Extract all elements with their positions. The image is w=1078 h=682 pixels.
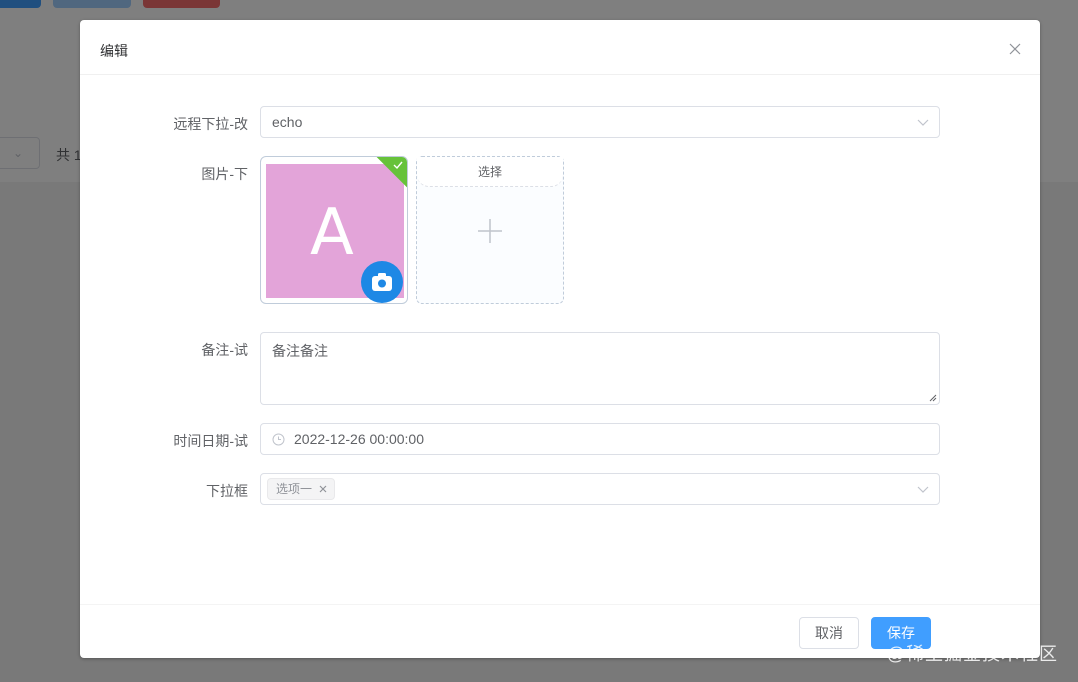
dropdown-label: 下拉框: [206, 483, 248, 499]
avatar-letter: A: [310, 196, 354, 270]
avatar-image: A: [266, 164, 404, 303]
plus-icon: [478, 219, 502, 243]
resize-grip-icon[interactable]: [929, 394, 937, 402]
watermark-text: @稀土掘金技术社区: [886, 644, 1058, 664]
camera-icon: [361, 261, 403, 303]
edit-dialog: 编辑 远程下拉-改 echo 图片-下 A 选择 备注-试 备注备注 时间日期-…: [80, 20, 1040, 658]
selected-tag-label: 选项一: [276, 482, 313, 496]
upload-trigger[interactable]: 选择: [416, 156, 564, 304]
clock-icon: [272, 433, 285, 446]
tag-close-icon[interactable]: [318, 484, 328, 494]
datetime-value: 2022-12-26 00:00:00: [294, 431, 424, 447]
remote-select-value: echo: [272, 114, 303, 130]
datetime-label: 时间日期-试: [173, 433, 248, 449]
chevron-down-icon: [917, 486, 929, 493]
close-icon[interactable]: [1008, 42, 1022, 56]
remark-textarea[interactable]: 备注备注: [260, 332, 940, 405]
dropdown-select[interactable]: 选项一: [260, 473, 940, 505]
choose-button[interactable]: 选择: [417, 157, 563, 187]
remote-select[interactable]: echo: [260, 106, 940, 138]
uploaded-image-card[interactable]: A: [260, 156, 408, 304]
remark-label: 备注-试: [201, 342, 248, 358]
remote-select-label: 远程下拉-改: [173, 116, 248, 132]
dialog-header: 编辑: [80, 20, 1040, 75]
check-icon: [393, 161, 403, 170]
chevron-down-icon: [917, 119, 929, 126]
selected-tag: 选项一: [267, 478, 336, 500]
datetime-picker[interactable]: 2022-12-26 00:00:00: [260, 423, 940, 455]
remark-value: 备注备注: [272, 343, 328, 359]
dialog-title: 编辑: [100, 43, 128, 59]
cancel-button[interactable]: 取消: [799, 617, 859, 649]
image-label: 图片-下: [201, 166, 248, 182]
